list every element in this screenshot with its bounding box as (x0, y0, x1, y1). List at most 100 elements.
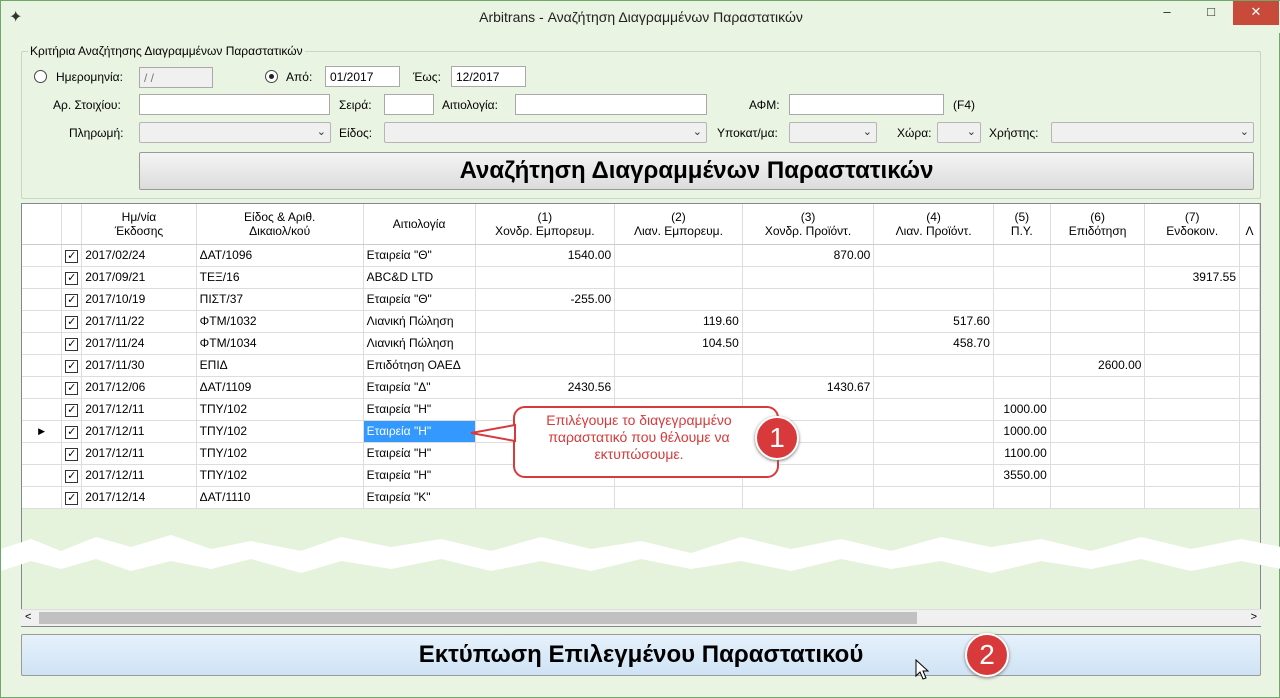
grid-cell[interactable]: 1000.00 (993, 398, 1051, 421)
grid-cell[interactable] (742, 354, 875, 377)
grid-cell[interactable] (1239, 442, 1260, 465)
grid-cell[interactable] (873, 486, 994, 509)
grid-cell[interactable]: Επιδότηση ΟΑΕΔ (363, 354, 476, 377)
table-row[interactable]: ✓ 2017/11/22 ΦΤΜ/1032 Λιανική Πώληση 119.60 5… (22, 310, 1260, 333)
grid-cell[interactable] (1050, 442, 1146, 465)
grid-cell[interactable] (1239, 310, 1260, 333)
grid-cell[interactable] (614, 244, 743, 267)
grid-cell[interactable] (475, 354, 616, 377)
grid-cell[interactable]: ΦΤΜ/1034 (196, 332, 364, 355)
grid-cell[interactable]: 458.70 (873, 332, 994, 355)
grid-cell[interactable]: ΤΠΥ/102 (196, 398, 364, 421)
payment-select[interactable]: ⌄ (139, 122, 331, 143)
grid-cell[interactable] (614, 266, 743, 289)
grid-cell[interactable] (1239, 420, 1260, 443)
grid-cell[interactable] (1050, 464, 1146, 487)
grid-cell[interactable]: 2017/11/30 (81, 354, 197, 377)
grid-cell[interactable] (1050, 244, 1146, 267)
grid-cell[interactable] (742, 486, 875, 509)
grid-cell[interactable] (873, 354, 994, 377)
grid-cell[interactable] (1144, 376, 1241, 399)
grid-cell[interactable] (1144, 310, 1241, 333)
grid-cell[interactable]: ΕΠΙΔ (196, 354, 364, 377)
grid-cell[interactable] (873, 266, 994, 289)
row-checkbox[interactable]: ✓ (65, 249, 79, 263)
row-checkbox-cell[interactable]: ✓ (61, 376, 83, 399)
grid-cell[interactable]: ABC&D LTD (363, 266, 476, 289)
table-row[interactable]: ✓ 2017/12/06 ΔΑΤ/1109 Εταιρεία "Δ" 2430.56 14… (22, 376, 1260, 399)
grid-cell[interactable]: Εταιρεία "Θ" (363, 288, 476, 311)
row-header[interactable] (22, 244, 63, 267)
row-checkbox-cell[interactable]: ✓ (61, 464, 83, 487)
grid-cell[interactable] (873, 398, 994, 421)
grid-cell[interactable] (742, 266, 875, 289)
grid-cell[interactable]: 2017/12/11 (81, 442, 197, 465)
from-radio[interactable] (265, 70, 278, 83)
grid-cell[interactable]: ΤΕΞ/16 (196, 266, 364, 289)
grid-cell[interactable]: 1000.00 (993, 420, 1051, 443)
grid-cell[interactable] (475, 310, 616, 333)
doc-number-field[interactable] (139, 94, 330, 115)
grid-cell[interactable] (1050, 420, 1146, 443)
grid-cell[interactable]: 2017/11/22 (81, 310, 197, 333)
grid-cell[interactable] (742, 288, 875, 311)
grid-cell[interactable] (993, 332, 1051, 355)
grid-cell[interactable] (614, 288, 743, 311)
grid-cell[interactable] (873, 420, 994, 443)
grid-cell[interactable] (993, 310, 1051, 333)
series-field[interactable] (384, 94, 434, 115)
row-checkbox-cell[interactable]: ✓ (61, 310, 83, 333)
row-header[interactable] (22, 332, 63, 355)
table-row[interactable]: ✓ 2017/10/19 ΠΙΣΤ/37 Εταιρεία "Θ" -255.00 (22, 288, 1260, 311)
grid-cell[interactable] (993, 354, 1051, 377)
user-select[interactable]: ⌄ (1051, 122, 1254, 143)
grid-cell[interactable] (614, 376, 743, 399)
grid-cell[interactable] (873, 464, 994, 487)
grid-cell[interactable] (1050, 398, 1146, 421)
grid-cell[interactable] (1239, 376, 1260, 399)
date-field[interactable]: / / (139, 67, 213, 88)
row-checkbox-cell[interactable]: ✓ (61, 354, 83, 377)
grid-cell[interactable] (993, 244, 1051, 267)
grid-cell[interactable] (1239, 464, 1260, 487)
row-header[interactable] (22, 486, 63, 509)
grid-cell[interactable]: 1540.00 (475, 244, 616, 267)
grid-cell[interactable]: 3917.55 (1144, 266, 1241, 289)
grid-cell[interactable] (1050, 486, 1146, 509)
grid-cell[interactable] (873, 288, 994, 311)
row-checkbox[interactable]: ✓ (65, 315, 79, 329)
row-header[interactable] (22, 310, 63, 333)
grid-cell[interactable]: 2017/12/14 (81, 486, 197, 509)
grid-cell[interactable] (1050, 310, 1146, 333)
row-checkbox-cell[interactable]: ✓ (61, 486, 83, 509)
afm-field[interactable] (789, 94, 944, 115)
table-row[interactable]: ✓ 2017/11/24 ΦΤΜ/1034 Λιανική Πώληση 104.50 4… (22, 332, 1260, 355)
grid-cell[interactable] (1239, 244, 1260, 267)
table-row[interactable]: ✓ 2017/02/24 ΔΑΤ/1096 Εταιρεία "Θ" 1540.00 87… (22, 244, 1260, 267)
grid-cell[interactable]: 2017/09/21 (81, 266, 197, 289)
grid-cell[interactable]: Εταιρεία "Θ" (363, 244, 476, 267)
column-header[interactable]: (1) Χονδρ. Εμπορευμ. (475, 204, 616, 245)
grid-cell[interactable] (475, 332, 616, 355)
grid-cell[interactable] (1144, 420, 1241, 443)
grid-cell[interactable]: 2430.56 (475, 376, 616, 399)
grid-cell[interactable]: Λιανική Πώληση (363, 310, 476, 333)
table-row[interactable]: ✓ 2017/11/30 ΕΠΙΔ Επιδότηση ΟΑΕΔ 2600.00 (22, 354, 1260, 377)
grid-cell[interactable]: Εταιρεία "Η" (363, 442, 476, 465)
grid-cell[interactable]: 517.60 (873, 310, 994, 333)
row-header[interactable] (22, 354, 63, 377)
grid-cell[interactable] (742, 332, 875, 355)
grid-cell[interactable]: 2017/12/06 (81, 376, 197, 399)
grid-cell[interactable] (1239, 354, 1260, 377)
grid-cell[interactable]: 2017/12/11 (81, 464, 197, 487)
column-header[interactable]: (4) Λιαν. Προϊόντ. (873, 204, 994, 245)
row-checkbox-cell[interactable]: ✓ (61, 288, 83, 311)
grid-cell[interactable]: ΠΙΣΤ/37 (196, 288, 364, 311)
grid-cell[interactable] (1144, 398, 1241, 421)
grid-cell[interactable]: -255.00 (475, 288, 616, 311)
row-checkbox[interactable]: ✓ (65, 381, 79, 395)
row-checkbox-cell[interactable]: ✓ (61, 244, 83, 267)
row-checkbox[interactable]: ✓ (65, 337, 79, 351)
scroll-left-icon[interactable]: < (25, 611, 31, 623)
row-checkbox[interactable]: ✓ (65, 403, 79, 417)
